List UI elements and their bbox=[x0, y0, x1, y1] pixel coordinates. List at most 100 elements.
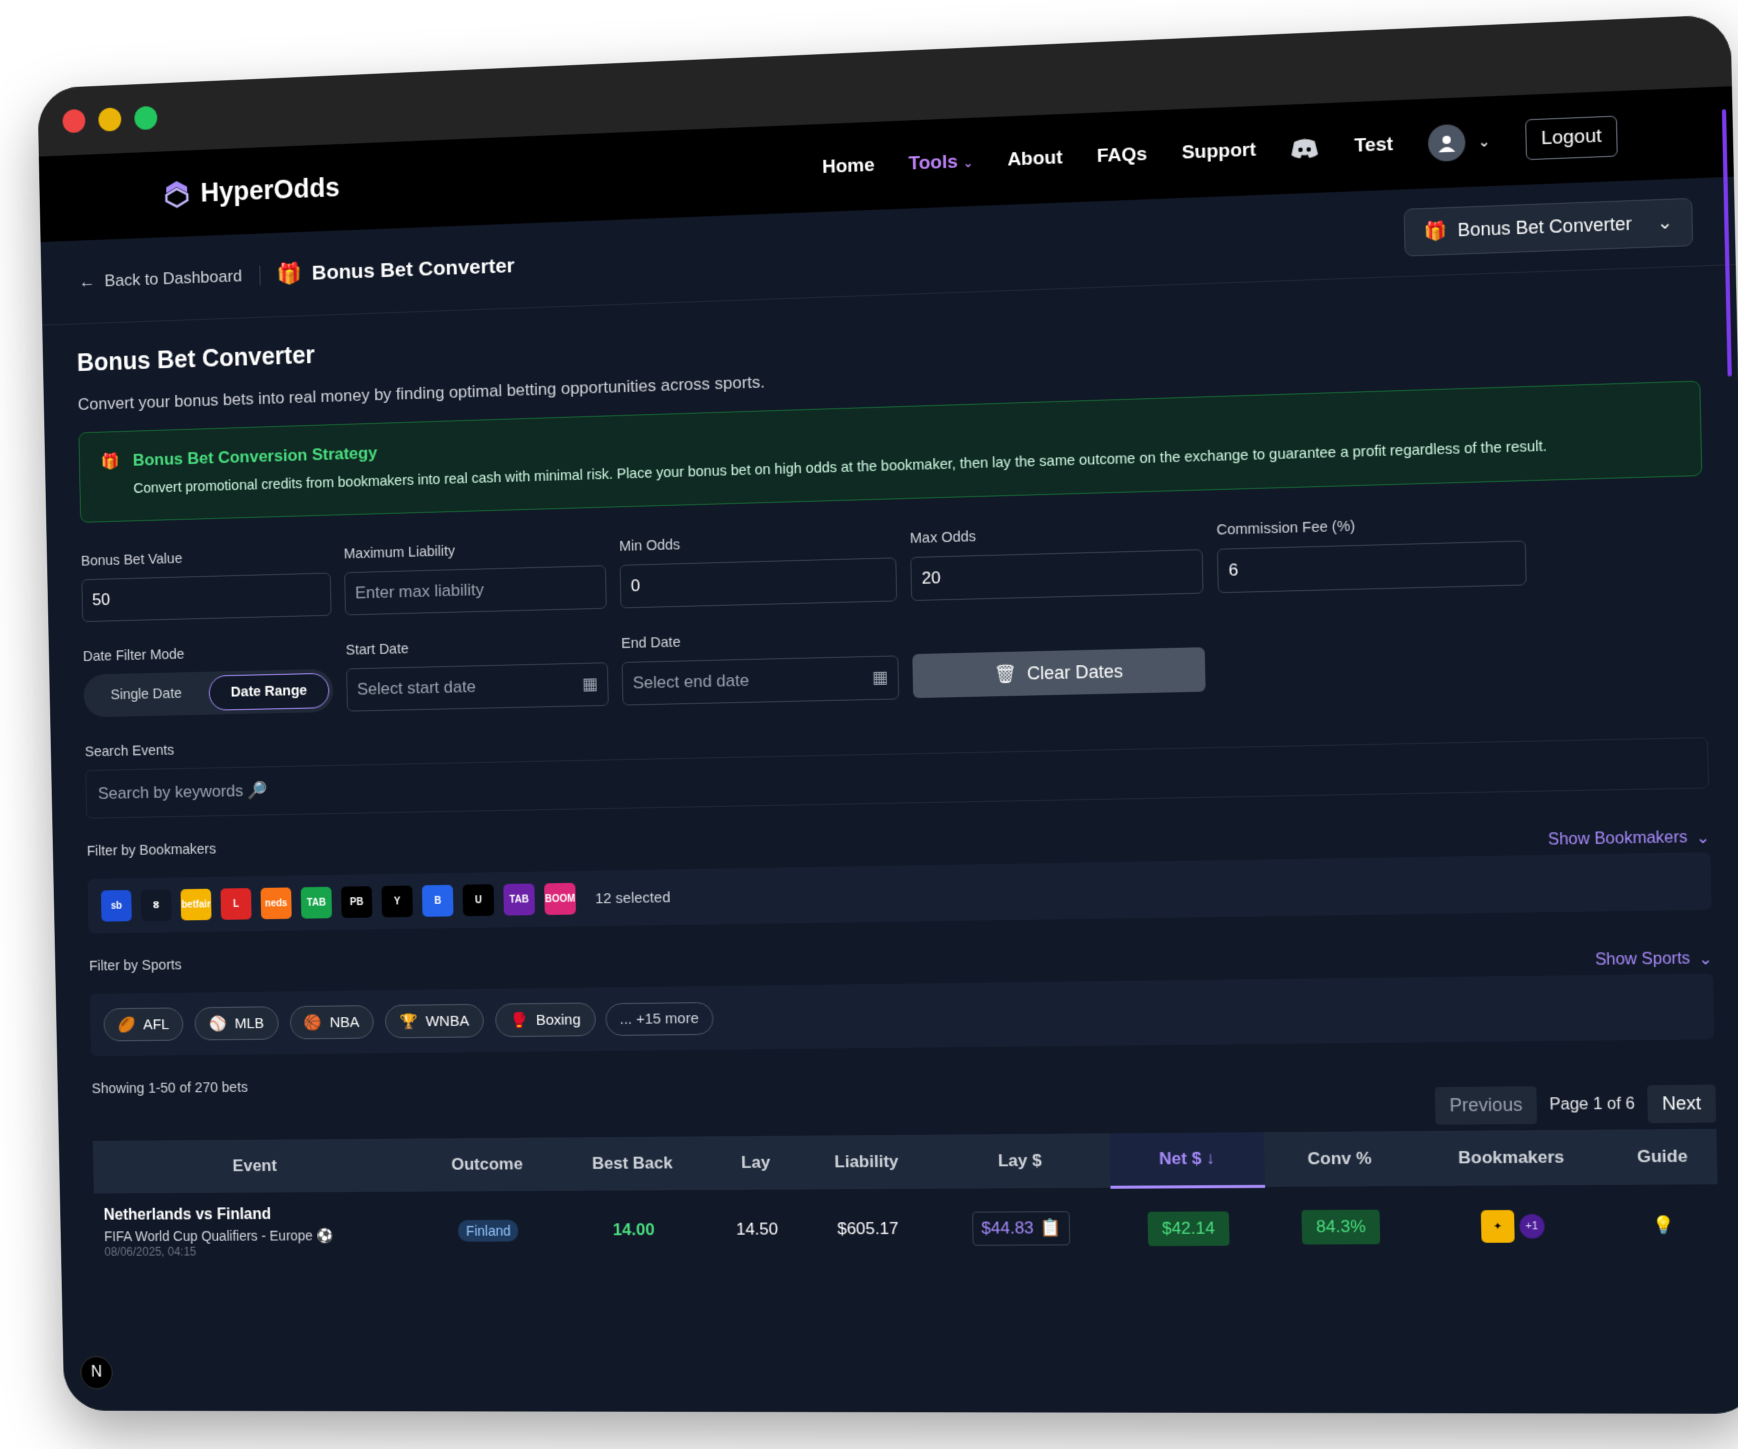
chevron-down-icon: ⌄ bbox=[1656, 211, 1673, 234]
bookmaker-logo-icon[interactable]: U bbox=[462, 884, 495, 917]
minimize-window-button[interactable] bbox=[98, 107, 122, 132]
gift-icon: 🎁 bbox=[276, 261, 303, 286]
min-odds-input[interactable]: 0 bbox=[619, 557, 898, 609]
show-sports-label: Show Sports bbox=[1594, 950, 1691, 970]
logout-button[interactable]: Logout bbox=[1524, 115, 1618, 161]
bookmaker-logo-icon[interactable]: BOOM bbox=[544, 883, 576, 916]
date-range-option[interactable]: Date Range bbox=[208, 672, 330, 711]
commission-input[interactable]: 6 bbox=[1216, 540, 1527, 594]
bookmaker-logo-icon[interactable]: PB bbox=[340, 886, 373, 919]
close-window-button[interactable] bbox=[62, 108, 86, 134]
bookmakers-filter-label: Filter by Bookmakers bbox=[86, 841, 217, 860]
bookmaker-logo-icon[interactable]: B bbox=[421, 885, 454, 918]
max-odds-input[interactable]: 20 bbox=[910, 549, 1204, 602]
single-date-option[interactable]: Single Date bbox=[87, 677, 205, 713]
gift-icon: 🎁 bbox=[100, 453, 120, 471]
max-liability-placeholder: Enter max liability bbox=[354, 580, 485, 603]
show-bookmakers-label: Show Bookmakers bbox=[1547, 829, 1688, 849]
calendar-icon[interactable]: ▦ bbox=[872, 668, 888, 688]
col-event[interactable]: Event bbox=[92, 1138, 419, 1194]
nav-tools-label: Tools bbox=[908, 151, 959, 175]
end-date-placeholder: Select end date bbox=[632, 671, 750, 693]
sport-icon: 🥊 bbox=[509, 1012, 529, 1030]
arrow-left-icon: ← bbox=[78, 271, 96, 291]
col-lay-stake[interactable]: Lay $ bbox=[929, 1133, 1111, 1189]
more-bookmakers-badge[interactable]: +1 bbox=[1518, 1213, 1545, 1239]
more-sports-button[interactable]: ... +15 more bbox=[604, 1001, 714, 1036]
col-bookmakers[interactable]: Bookmakers bbox=[1414, 1129, 1609, 1186]
col-best-back[interactable]: Best Back bbox=[555, 1136, 710, 1191]
calendar-icon[interactable]: ▦ bbox=[582, 675, 598, 695]
col-outcome[interactable]: Outcome bbox=[417, 1137, 557, 1192]
brand-logo[interactable]: HyperOdds bbox=[162, 172, 340, 209]
sport-pill-nba[interactable]: 🏀 NBA bbox=[289, 1005, 375, 1040]
bookmaker-logo-icon[interactable]: TAB bbox=[300, 886, 333, 919]
discord-icon[interactable] bbox=[1290, 137, 1319, 160]
hyperodds-logo-icon bbox=[162, 180, 191, 209]
sports-filter-label: Filter by Sports bbox=[89, 957, 182, 975]
start-date-input[interactable]: Select start date ▦ bbox=[346, 662, 609, 712]
brand-name: HyperOdds bbox=[200, 172, 340, 208]
previous-page-button[interactable]: Previous bbox=[1434, 1086, 1538, 1125]
conv-value: 84.3% bbox=[1301, 1209, 1381, 1245]
nav-tools[interactable]: Tools ⌄ bbox=[908, 151, 973, 176]
bookmaker-logo-icon[interactable]: ⵓ bbox=[140, 889, 172, 922]
net-value: $42.14 bbox=[1147, 1211, 1230, 1247]
gift-icon: 🎁 bbox=[1423, 220, 1448, 242]
chevron-down-icon: ⌄ bbox=[1698, 951, 1713, 969]
sport-pill-wnba[interactable]: 🏆 WNBA bbox=[385, 1003, 485, 1039]
lay-stake-cell[interactable]: $44.83 📋 bbox=[972, 1211, 1071, 1246]
col-guide[interactable]: Guide bbox=[1607, 1128, 1718, 1185]
bookmaker-logo-icon[interactable]: betfair bbox=[180, 888, 212, 921]
col-lay[interactable]: Lay bbox=[708, 1135, 804, 1190]
sport-label: NBA bbox=[329, 1013, 360, 1031]
bookmaker-logo-icon[interactable]: L bbox=[220, 888, 252, 921]
user-menu-chevron-icon[interactable]: ⌄ bbox=[1478, 133, 1491, 151]
table-row[interactable]: Netherlands vs Finland FIFA World Cup Qu… bbox=[94, 1184, 1719, 1272]
col-net[interactable]: Net $ ↓ bbox=[1109, 1132, 1266, 1188]
back-to-dashboard-link[interactable]: ← Back to Dashboard bbox=[78, 265, 261, 292]
bookmaker-logo-icon[interactable]: Y bbox=[381, 885, 413, 918]
nav-about[interactable]: About bbox=[1007, 147, 1063, 171]
end-date-input[interactable]: Select end date ▦ bbox=[621, 655, 900, 706]
nav-faqs[interactable]: FAQs bbox=[1097, 144, 1148, 168]
copy-icon[interactable]: 📋 bbox=[1040, 1218, 1062, 1238]
main-content: Bonus Bet Converter Convert your bonus b… bbox=[42, 265, 1738, 1414]
min-odds-label: Min Odds bbox=[619, 537, 681, 556]
event-league: FIFA World Cup Qualifiers - Europe ⚽ bbox=[104, 1227, 410, 1245]
commission-label: Commission Fee (%) bbox=[1216, 518, 1356, 539]
col-liability[interactable]: Liability bbox=[802, 1134, 931, 1190]
bookmaker-logo-icon[interactable]: TAB bbox=[503, 883, 536, 916]
lightbulb-icon[interactable]: 💡 bbox=[1653, 1216, 1676, 1236]
sport-label: AFL bbox=[142, 1016, 170, 1033]
sport-pill-afl[interactable]: 🏉 AFL bbox=[103, 1007, 184, 1042]
max-liability-input[interactable]: Enter max liability bbox=[344, 565, 607, 616]
bookmaker-logo-icon[interactable]: neds bbox=[260, 887, 292, 920]
bookmaker-logo-icon[interactable]: sb bbox=[100, 890, 132, 922]
user-avatar-icon[interactable] bbox=[1427, 123, 1466, 162]
bets-table: Event Outcome Best Back Lay Liability La… bbox=[92, 1128, 1720, 1272]
show-bookmakers-button[interactable]: Show Bookmakers ⌄ bbox=[1548, 828, 1711, 851]
date-mode-toggle: Single Date Date Range bbox=[83, 668, 334, 718]
sport-pill-boxing[interactable]: 🥊 Boxing bbox=[494, 1002, 596, 1038]
col-conv[interactable]: Conv % bbox=[1263, 1131, 1416, 1187]
soccer-ball-icon: ⚽ bbox=[316, 1227, 334, 1243]
chevron-down-icon: ⌄ bbox=[1695, 829, 1711, 848]
lay-value: 14.50 bbox=[735, 1219, 779, 1239]
tool-selector-label: Bonus Bet Converter bbox=[1457, 213, 1632, 241]
sport-pill-mlb[interactable]: ⚾ MLB bbox=[194, 1006, 279, 1041]
next-page-button[interactable]: Next bbox=[1647, 1084, 1717, 1124]
best-back-value: 14.00 bbox=[612, 1220, 655, 1240]
nav-home[interactable]: Home bbox=[822, 155, 875, 179]
show-sports-button[interactable]: Show Sports ⌄ bbox=[1595, 949, 1713, 971]
clear-dates-button[interactable]: 🗑 Clear Dates bbox=[912, 647, 1206, 699]
bonus-value-input[interactable]: 50 bbox=[81, 572, 332, 623]
n-badge-icon[interactable]: N bbox=[80, 1356, 113, 1390]
lay-stake-value: $44.83 bbox=[981, 1218, 1034, 1238]
maximize-window-button[interactable] bbox=[134, 105, 158, 131]
user-name[interactable]: Test bbox=[1354, 134, 1393, 158]
sport-icon: 🏆 bbox=[399, 1013, 419, 1031]
event-league-text: FIFA World Cup Qualifiers - Europe bbox=[103, 1227, 313, 1244]
nav-support[interactable]: Support bbox=[1181, 139, 1256, 164]
tool-selector-dropdown[interactable]: 🎁 Bonus Bet Converter ⌄ bbox=[1404, 197, 1694, 257]
